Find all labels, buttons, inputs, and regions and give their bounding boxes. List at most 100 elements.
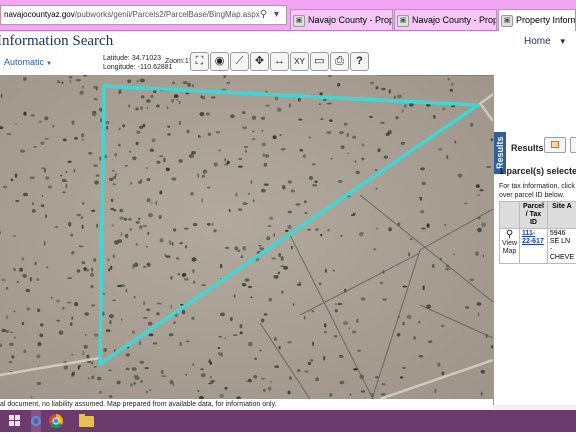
tree-canopy (283, 266, 288, 270)
measure-distance-icon[interactable]: ↔ (270, 52, 289, 71)
tree-canopy (401, 142, 405, 145)
tree-canopy (238, 208, 242, 210)
tree-canopy (338, 303, 342, 305)
tree-canopy (198, 136, 201, 138)
tree-canopy (208, 383, 213, 385)
tree-canopy (242, 126, 247, 129)
tree-canopy (443, 108, 445, 111)
latitude-label: Latitude: (103, 55, 130, 62)
tree-canopy (420, 198, 422, 201)
tree-canopy (136, 131, 140, 134)
tree-canopy (41, 204, 44, 207)
tree-canopy (150, 95, 153, 98)
tree-canopy (241, 255, 243, 258)
help-icon[interactable]: ? (350, 52, 369, 71)
dropdown-icon[interactable]: ▾ (270, 5, 283, 25)
tree-canopy (213, 229, 216, 232)
browser-tab-active[interactable]: ▣Property Information M... (498, 9, 576, 31)
measure-coordinates-icon[interactable]: XY (290, 52, 309, 71)
tree-canopy (334, 335, 337, 337)
ie-icon[interactable] (31, 410, 41, 432)
map-canvas[interactable] (0, 75, 493, 399)
tree-canopy (264, 163, 268, 167)
ruler-icon[interactable]: ▭ (310, 52, 329, 71)
tree-canopy (263, 389, 266, 392)
tree-canopy (13, 311, 15, 313)
export-button[interactable] (544, 137, 566, 153)
chrome-icon[interactable] (41, 410, 71, 432)
pan-icon[interactable]: ✥ (250, 52, 269, 71)
tree-canopy (397, 94, 402, 98)
tree-canopy (251, 296, 253, 298)
tree-canopy (23, 193, 28, 197)
tree-canopy (380, 122, 384, 124)
tree-canopy (160, 238, 164, 242)
tree-canopy (192, 364, 194, 366)
tree-canopy (51, 297, 53, 299)
tree-canopy (218, 336, 221, 338)
parcel-cell: 111-22-617 (520, 229, 548, 264)
tree-canopy (167, 106, 169, 109)
tree-canopy (31, 396, 33, 398)
tree-canopy (66, 171, 68, 173)
home-link[interactable]: Home▼ (524, 36, 567, 47)
tree-canopy (110, 208, 114, 211)
tree-canopy (261, 117, 265, 120)
tree-canopy (370, 82, 374, 85)
tree-canopy (76, 214, 81, 216)
identify-tool-icon[interactable]: ⛶ (190, 52, 209, 71)
url-domain: navajocountyaz.gov (4, 10, 75, 19)
tree-canopy (375, 169, 378, 171)
tree-canopy (192, 84, 194, 87)
tree-canopy (117, 381, 121, 385)
tree-canopy (274, 337, 277, 341)
tree-canopy (402, 322, 405, 325)
browser-toolbar: navajocountyaz.gov/pubworks/genii/Parcel… (0, 0, 576, 31)
browser-tab-2[interactable]: ▣Navajo County - Property S... (394, 9, 497, 30)
select-line-icon[interactable]: ⟋ (230, 52, 249, 71)
tree-canopy (376, 228, 378, 230)
tree-canopy (307, 229, 311, 231)
tree-canopy (106, 121, 110, 124)
tree-canopy (419, 355, 424, 358)
view-map-label: View Map (502, 240, 517, 255)
tree-canopy (136, 142, 139, 145)
tree-canopy (109, 395, 113, 398)
tree-canopy (128, 105, 130, 108)
report-button[interactable] (570, 137, 576, 153)
search-icon[interactable]: ⚲ (257, 5, 270, 25)
tree-canopy (132, 156, 136, 160)
tree-canopy (132, 367, 137, 371)
home-label: Home (524, 36, 551, 47)
address-bar[interactable]: navajocountyaz.gov/pubworks/genii/Parcel… (0, 5, 287, 25)
parcel-id-link[interactable]: 111-22-617 (522, 230, 544, 245)
tree-canopy (161, 375, 166, 377)
tree-canopy (229, 209, 231, 212)
tree-canopy (253, 199, 255, 202)
view-map-button[interactable]: ⚲ View Map (500, 229, 520, 264)
map-style-dropdown[interactable]: Automatic▼ (4, 57, 52, 67)
start-icon[interactable] (0, 410, 30, 432)
print-icon[interactable]: ⎙ (330, 52, 349, 71)
tree-canopy (140, 179, 142, 183)
browser-tab-1[interactable]: ▣Navajo County - Property S... (290, 9, 393, 30)
tree-canopy (269, 298, 272, 302)
select-point-icon[interactable]: ◉ (210, 52, 229, 71)
tree-canopy (477, 302, 482, 306)
tree-canopy (185, 374, 187, 376)
tree-canopy (210, 376, 212, 378)
tree-canopy (135, 376, 140, 380)
tree-canopy (315, 377, 319, 381)
tree-canopy (451, 83, 453, 86)
tree-canopy (183, 81, 188, 84)
tree-canopy (265, 154, 268, 158)
tree-canopy (384, 156, 388, 159)
tree-canopy (36, 278, 39, 281)
tree-canopy (225, 163, 228, 166)
tree-canopy (68, 161, 72, 163)
tree-canopy (287, 225, 291, 229)
aerial-map[interactable] (0, 75, 493, 399)
tree-canopy (159, 215, 162, 219)
tree-canopy (245, 150, 247, 153)
file-explorer-icon[interactable] (71, 410, 101, 432)
